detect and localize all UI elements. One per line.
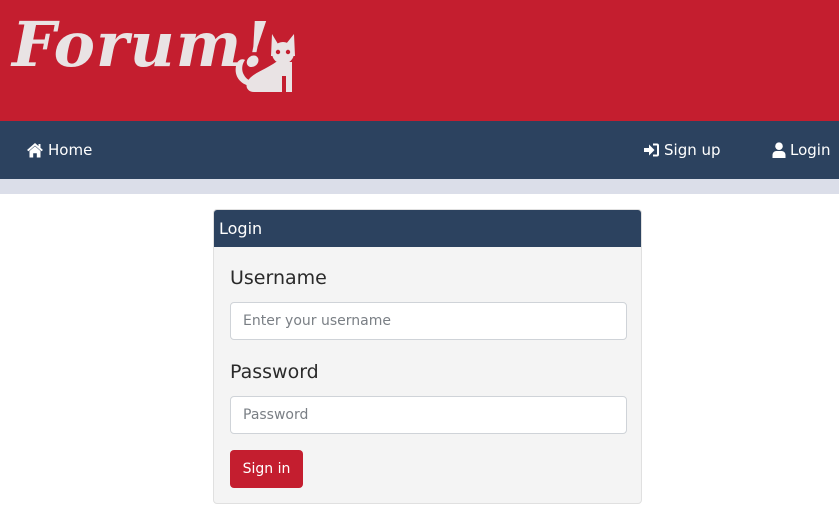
user-icon [772,142,786,158]
username-label: Username [230,267,327,289]
nav-home-label: Home [48,141,93,159]
username-input[interactable] [230,302,627,340]
site-header: Forum! [0,0,839,121]
cat-icon [235,34,295,92]
nav-signup-label: Sign up [664,141,721,159]
main-navbar: Home Sign up Login [0,121,839,179]
home-icon [27,143,43,158]
sign-in-arrow-icon [644,143,659,157]
password-input[interactable] [230,396,627,434]
navbar-divider-strip [0,179,839,194]
nav-signup-link[interactable]: Sign up [643,121,721,179]
login-card-title: Login [214,210,641,247]
nav-login-label: Login [790,141,831,159]
nav-home-link[interactable]: Home [26,121,92,179]
sign-in-button[interactable]: Sign in [230,450,303,488]
password-label: Password [230,361,319,383]
login-card: Login Username Password Sign in [213,209,642,504]
nav-login-link[interactable]: Login [772,121,830,179]
